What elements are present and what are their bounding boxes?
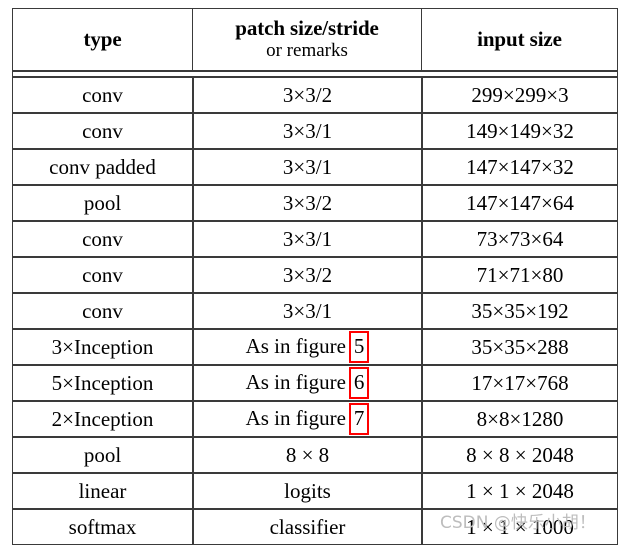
cell-input-size: 149×149×32 xyxy=(422,113,618,149)
cell-layer-type: conv xyxy=(12,257,193,293)
column-header-type: type xyxy=(12,8,193,71)
cell-layer-type: conv padded xyxy=(12,149,193,185)
cell-layer-type: conv xyxy=(12,221,193,257)
cell-input-size: 35×35×192 xyxy=(422,293,618,329)
column-header-input-size: input size xyxy=(422,8,618,71)
cell-patch-size: 3×3/1 xyxy=(193,113,422,149)
cell-input-size: 1 × 1 × 2048 xyxy=(422,473,618,509)
cell-patch-size: As in figure 6 xyxy=(193,365,422,401)
cell-layer-type: 2×Inception xyxy=(12,401,193,437)
table-row: 2×Inception As in figure 7 8×8×1280 xyxy=(12,401,618,437)
cell-patch-size: 3×3/1 xyxy=(193,221,422,257)
cell-input-size: 147×147×32 xyxy=(422,149,618,185)
table-row: softmax classifier 1 × 1 × 1000 xyxy=(12,509,618,545)
cell-patch-size: 3×3/2 xyxy=(193,185,422,221)
patch-remark-text: As in figure xyxy=(245,406,346,431)
cell-layer-type: conv xyxy=(12,77,193,113)
cell-patch-size: classifier xyxy=(193,509,422,545)
figure-number-highlight: 6 xyxy=(348,367,370,399)
cell-patch-size: 8 × 8 xyxy=(193,437,422,473)
cell-patch-size: 3×3/2 xyxy=(193,257,422,293)
network-architecture-table: type patch size/stride or remarks input … xyxy=(12,8,618,545)
cell-patch-size: As in figure 7 xyxy=(193,401,422,437)
column-header-type-label: type xyxy=(83,27,122,52)
column-header-input-size-label: input size xyxy=(477,27,562,52)
architecture-table-container: type patch size/stride or remarks input … xyxy=(12,8,618,545)
table-row: pool 3×3/2 147×147×64 xyxy=(12,185,618,221)
cell-layer-type: conv xyxy=(12,113,193,149)
table-row: 3×Inception As in figure 5 35×35×288 xyxy=(12,329,618,365)
cell-input-size: 71×71×80 xyxy=(422,257,618,293)
cell-patch-size: 3×3/1 xyxy=(193,149,422,185)
cell-input-size: 73×73×64 xyxy=(422,221,618,257)
cell-layer-type: pool xyxy=(12,437,193,473)
column-header-patch-size: patch size/stride or remarks xyxy=(193,8,422,71)
cell-layer-type: conv xyxy=(12,293,193,329)
figure-number-highlight: 5 xyxy=(348,331,370,363)
header-row: type patch size/stride or remarks input … xyxy=(12,8,618,71)
table-row: conv padded 3×3/1 147×147×32 xyxy=(12,149,618,185)
table-row: 5×Inception As in figure 6 17×17×768 xyxy=(12,365,618,401)
cell-patch-size: 3×3/2 xyxy=(193,77,422,113)
table-row: conv 3×3/1 35×35×192 xyxy=(12,293,618,329)
column-header-patch-size-sublabel: or remarks xyxy=(266,40,348,62)
figure-number-highlight: 7 xyxy=(348,403,370,435)
cell-input-size: 8 × 8 × 2048 xyxy=(422,437,618,473)
cell-input-size: 17×17×768 xyxy=(422,365,618,401)
cell-patch-size: As in figure 5 xyxy=(193,329,422,365)
table-body: conv 3×3/2 299×299×3 conv 3×3/1 149×149×32 con… xyxy=(12,71,618,545)
cell-input-size: 35×35×288 xyxy=(422,329,618,365)
cell-input-size: 299×299×3 xyxy=(422,77,618,113)
cell-patch-size: 3×3/1 xyxy=(193,293,422,329)
cell-input-size: 147×147×64 xyxy=(422,185,618,221)
table-header: type patch size/stride or remarks input … xyxy=(12,8,618,71)
cell-layer-type: 5×Inception xyxy=(12,365,193,401)
cell-patch-size: logits xyxy=(193,473,422,509)
cell-layer-type: softmax xyxy=(12,509,193,545)
cell-layer-type: pool xyxy=(12,185,193,221)
table-row: conv 3×3/2 71×71×80 xyxy=(12,257,618,293)
patch-remark-text: As in figure xyxy=(245,334,346,359)
column-header-patch-size-label: patch size/stride xyxy=(235,16,379,41)
cell-layer-type: linear xyxy=(12,473,193,509)
cell-layer-type: 3×Inception xyxy=(12,329,193,365)
table-row: linear logits 1 × 1 × 2048 xyxy=(12,473,618,509)
cell-input-size: 8×8×1280 xyxy=(422,401,618,437)
table-row: conv 3×3/1 149×149×32 xyxy=(12,113,618,149)
patch-remark-text: As in figure xyxy=(245,370,346,395)
cell-input-size: 1 × 1 × 1000 xyxy=(422,509,618,545)
table-row: conv 3×3/2 299×299×3 xyxy=(12,77,618,113)
table-row: conv 3×3/1 73×73×64 xyxy=(12,221,618,257)
table-row: pool 8 × 88 × 8 × 2048 xyxy=(12,437,618,473)
